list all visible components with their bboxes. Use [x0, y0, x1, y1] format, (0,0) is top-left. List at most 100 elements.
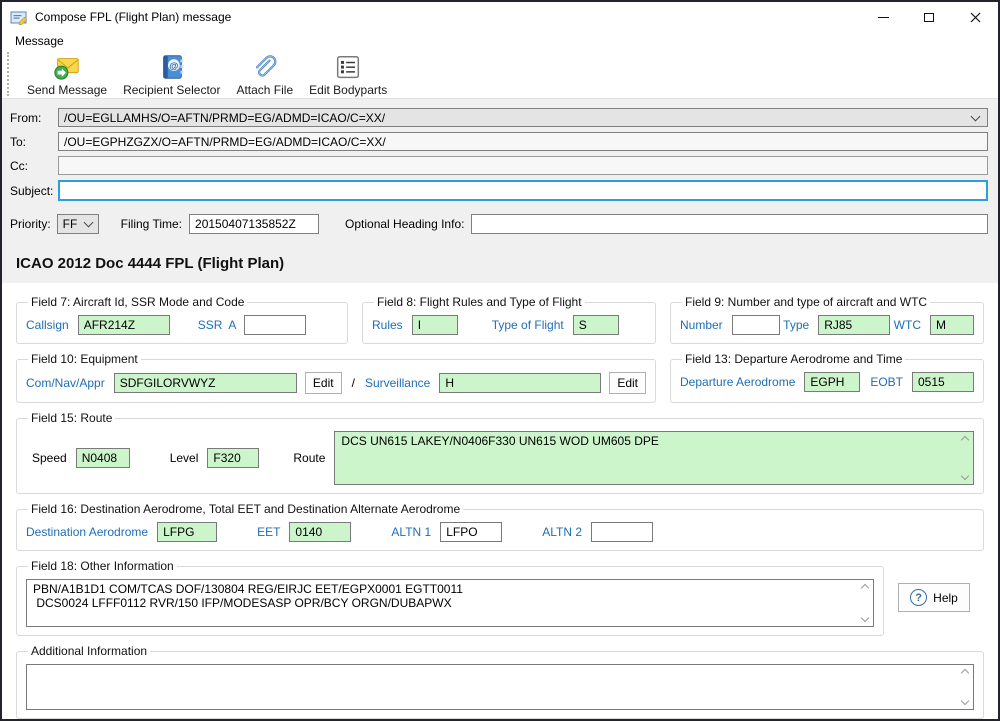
tool-label: Recipient Selector: [123, 83, 220, 97]
field10-legend: Field 10: Equipment: [28, 352, 141, 366]
cc-row: Cc:: [10, 156, 988, 175]
field13-group: Field 13: Departure Aerodrome and Time D…: [670, 352, 984, 403]
to-input[interactable]: [58, 132, 988, 151]
cc-input[interactable]: [58, 156, 988, 175]
additional-information-legend: Additional Information: [28, 644, 150, 658]
subject-row: Subject:: [10, 180, 988, 201]
window-title: Compose FPL (Flight Plan) message: [35, 10, 860, 24]
aircraft-type-input[interactable]: [818, 315, 890, 335]
altn1-label: ALTN 1: [391, 525, 431, 539]
to-label: To:: [10, 135, 58, 149]
aircraft-type-label: Type: [783, 318, 809, 332]
menu-bar: Message: [2, 32, 998, 50]
field13-legend: Field 13: Departure Aerodrome and Time: [682, 352, 905, 366]
surveillance-input[interactable]: [439, 373, 601, 393]
optional-heading-input[interactable]: [471, 214, 988, 234]
aircraft-number-input[interactable]: [732, 315, 780, 335]
altn2-label: ALTN 2: [542, 525, 582, 539]
comnav-label: Com/Nav/Appr: [26, 376, 105, 390]
altn2-input[interactable]: [591, 522, 653, 542]
additional-information-textarea[interactable]: [26, 664, 974, 710]
subject-label: Subject:: [10, 184, 58, 198]
at-glyph: @: [169, 61, 178, 71]
field9-group: Field 9: Number and type of aircraft and…: [670, 295, 984, 344]
maximize-button[interactable]: [906, 2, 952, 32]
send-message-button[interactable]: Send Message: [19, 50, 115, 98]
field10-group: Field 10: Equipment Com/Nav/Appr Edit / …: [16, 352, 656, 403]
eobt-input[interactable]: [912, 372, 974, 392]
wtc-label: WTC: [894, 318, 921, 332]
message-form: From: /OU=EGLLAMHS/O=AFTN/PRMD=EG/ADMD=I…: [2, 99, 998, 721]
field16-legend: Field 16: Destination Aerodrome, Total E…: [28, 502, 463, 516]
close-button[interactable]: [952, 2, 998, 32]
field15-group: Field 15: Route Speed Level Route DCS UN…: [16, 411, 984, 494]
field7-legend: Field 7: Aircraft Id, SSR Mode and Code: [28, 295, 247, 309]
subject-input[interactable]: [58, 180, 988, 201]
destination-aerodrome-input[interactable]: [157, 522, 217, 542]
to-row: To:: [10, 132, 988, 151]
help-icon: ?: [910, 589, 927, 606]
comnav-edit-button[interactable]: Edit: [305, 372, 342, 394]
other-information-textarea[interactable]: PBN/A1B1D1 COM/TCAS DOF/130804 REG/EIRJC…: [26, 579, 874, 627]
help-button[interactable]: ? Help: [898, 583, 970, 612]
edit-bodyparts-button[interactable]: Edit Bodyparts: [301, 50, 395, 98]
fpl-panel: Field 7: Aircraft Id, SSR Mode and Code …: [2, 283, 998, 721]
departure-aerodrome-input[interactable]: [804, 372, 860, 392]
field7-group: Field 7: Aircraft Id, SSR Mode and Code …: [16, 295, 348, 344]
type-of-flight-label: Type of Flight: [492, 318, 564, 332]
rules-label: Rules: [372, 318, 403, 332]
rules-input[interactable]: [412, 315, 458, 335]
minimize-button[interactable]: [860, 2, 906, 32]
field16-group: Field 16: Destination Aerodrome, Total E…: [16, 502, 984, 551]
recipient-selector-button[interactable]: @ Recipient Selector: [115, 50, 228, 98]
title-bar: Compose FPL (Flight Plan) message: [2, 2, 998, 32]
level-input[interactable]: [207, 448, 259, 468]
window-controls: [860, 2, 998, 32]
speed-input[interactable]: [76, 448, 130, 468]
priority-combobox[interactable]: FF: [57, 214, 99, 234]
help-label: Help: [933, 591, 958, 605]
type-of-flight-input[interactable]: [573, 315, 619, 335]
route-textarea[interactable]: DCS UN615 LAKEY/N0406F330 UN615 WOD UM60…: [334, 431, 974, 485]
compose-message-icon: [10, 9, 28, 25]
field18-legend: Field 18: Other Information: [28, 559, 177, 573]
field18-group: Field 18: Other Information PBN/A1B1D1 C…: [16, 559, 884, 636]
attach-file-button[interactable]: Attach File: [228, 50, 301, 98]
filing-time-input[interactable]: [189, 214, 319, 234]
tool-label: Attach File: [236, 83, 293, 97]
field8-legend: Field 8: Flight Rules and Type of Flight: [374, 295, 585, 309]
from-value: /OU=EGLLAMHS/O=AFTN/PRMD=EG/ADMD=ICAO/C=…: [64, 111, 968, 125]
additional-information-group: Additional Information: [16, 644, 984, 719]
from-combobox[interactable]: /OU=EGLLAMHS/O=AFTN/PRMD=EG/ADMD=ICAO/C=…: [58, 108, 988, 127]
eobt-label: EOBT: [870, 375, 903, 389]
ssr-mode-label: A: [228, 318, 236, 332]
from-label: From:: [10, 111, 58, 125]
optional-heading-label: Optional Heading Info:: [345, 217, 464, 231]
fpl-row-2: Field 10: Equipment Com/Nav/Appr Edit / …: [16, 352, 984, 403]
edit-bodyparts-icon: [333, 52, 363, 82]
minimize-icon: [878, 17, 889, 18]
altn1-input[interactable]: [440, 522, 502, 542]
send-message-icon: [52, 52, 82, 82]
comnav-input[interactable]: [114, 373, 297, 393]
chevron-down-icon: [83, 218, 93, 228]
callsign-input[interactable]: [78, 315, 170, 335]
ssr-code-input[interactable]: [244, 315, 306, 335]
field9-legend: Field 9: Number and type of aircraft and…: [682, 295, 930, 309]
toolbar: Send Message @ Recipient Selector Attach…: [2, 50, 998, 99]
help-area: ? Help: [884, 559, 984, 636]
eet-input[interactable]: [289, 522, 351, 542]
wtc-input[interactable]: [930, 315, 974, 335]
maximize-icon: [924, 13, 934, 22]
menu-item-message[interactable]: Message: [11, 32, 68, 50]
destination-aerodrome-label: Destination Aerodrome: [26, 525, 148, 539]
equipment-separator: /: [352, 376, 355, 390]
surveillance-edit-button[interactable]: Edit: [609, 372, 646, 394]
priority-value: FF: [63, 217, 81, 231]
from-row: From: /OU=EGLLAMHS/O=AFTN/PRMD=EG/ADMD=I…: [10, 108, 988, 127]
recipient-selector-icon: @: [157, 52, 187, 82]
toolbar-grip-handle[interactable]: [7, 52, 11, 96]
compose-fpl-window: Compose FPL (Flight Plan) message Messag…: [0, 0, 1000, 721]
priority-row: Priority: FF Filing Time: Optional Headi…: [10, 214, 988, 234]
close-icon: [970, 12, 981, 23]
